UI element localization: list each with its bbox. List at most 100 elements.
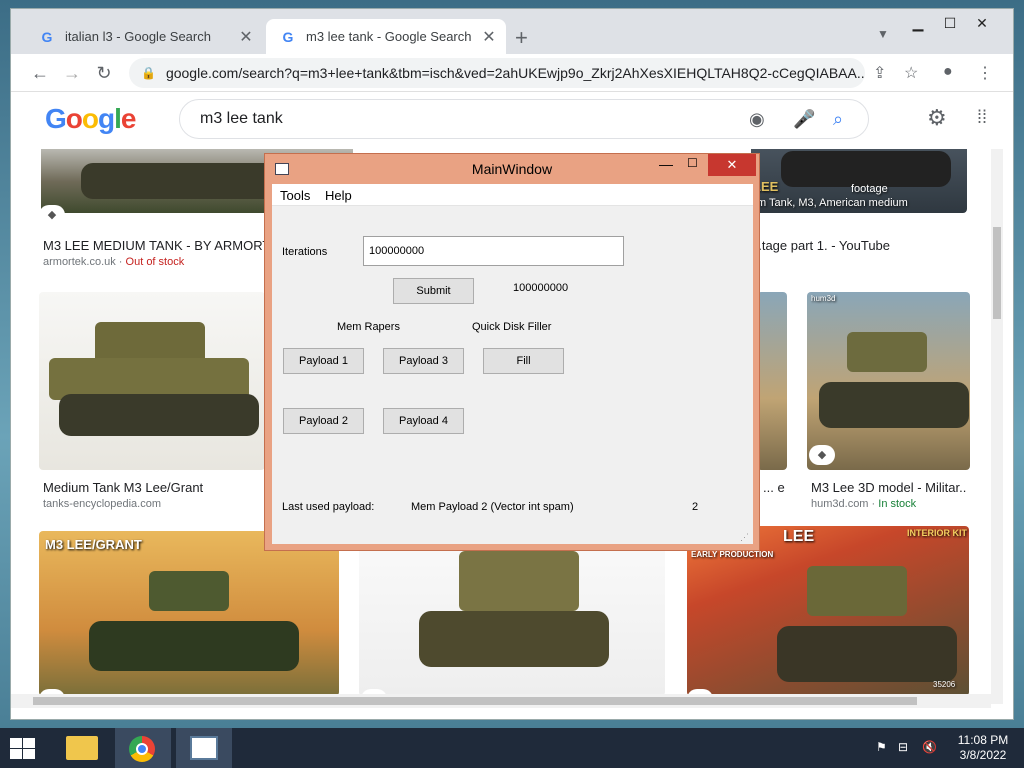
lock-icon: 🔒 [141,66,156,80]
google-favicon-icon: G [282,28,294,45]
result-thumbnail[interactable]: hum3d [807,292,970,470]
mem-rapers-label: Mem Rapers [337,321,400,333]
source-domain: armortek.co.uk [43,256,116,268]
close-tab-icon[interactable]: ✕ [235,27,257,47]
thumb-overlay-text: EARLY PRODUCTION [691,550,774,559]
result-source: hum3d.com · In stock [811,498,917,510]
iterations-label: Iterations [282,246,328,258]
start-button[interactable] [8,736,36,760]
action-center-flag-icon[interactable]: ⚑ [876,740,887,754]
stock-status: Out of stock [125,256,185,268]
result-thumbnail[interactable]: M3 LEE/GRANT [39,531,339,694]
resize-grip-icon[interactable]: ⋰ [740,532,749,543]
clock-date: 3/8/2022 [959,748,1007,762]
source-domain: hum3d.com [811,498,869,510]
product-tag-icon: ◆ [809,445,835,465]
volume-muted-icon[interactable]: 🔇 [922,740,937,754]
chrome-menu-icon[interactable]: ⋮ [977,63,993,83]
main-window-body: Tools Help Iterations Submit 100000000 M… [272,184,753,544]
share-icon[interactable]: ⇪ [873,63,886,83]
chrome-taskbar-icon[interactable] [115,728,171,768]
search-icon[interactable]: ⌕ [833,109,843,130]
google-logo[interactable]: Google [45,103,136,135]
close-button[interactable]: ✕ [708,154,756,176]
result-thumbnail[interactable] [39,292,265,470]
menu-bar: Tools Help [272,184,753,206]
url-text: google.com/search?q=m3+lee+tank&tbm=isch… [165,65,865,81]
browser-toolbar: ← → ↻ 🔒 google.com/search?q=m3+lee+tank&… [11,54,1013,92]
vertical-scrollbar[interactable] [991,149,1003,704]
mainwindow-taskbar-icon[interactable] [176,728,232,768]
last-used-payload-label: Last used payload: [282,501,375,513]
stock-status: In stock [878,498,917,510]
thumb-overlay-text: LEE [783,528,815,545]
submit-button[interactable]: Submit [393,278,474,304]
address-bar[interactable]: 🔒 google.com/search?q=m3+lee+tank&tbm=is… [129,58,865,88]
result-title[interactable]: ...tage part 1. - YouTube [751,238,981,253]
submitted-value: 100000000 [513,282,569,294]
maximize-button[interactable]: ☐ [933,11,967,35]
thumb-overlay-text: M3 LEE/GRANT [45,537,142,552]
minimize-button[interactable]: ▁ [901,11,935,35]
tab-title: m3 lee tank - Google Search [306,29,472,44]
menu-help[interactable]: Help [325,188,352,203]
payload-4-button[interactable]: Payload 4 [383,408,464,434]
result-title[interactable]: Medium Tank M3 Lee/Grant [43,480,263,495]
close-tab-icon[interactable]: ✕ [478,27,500,47]
close-button[interactable]: ✕ [965,11,999,35]
menu-tools[interactable]: Tools [280,188,310,203]
product-tag-icon: ◆ [39,205,65,225]
fill-button[interactable]: Fill [483,348,564,374]
payload-3-button[interactable]: Payload 3 [383,348,464,374]
payload-2-button[interactable]: Payload 2 [283,408,364,434]
payload-1-button[interactable]: Payload 1 [283,348,364,374]
system-clock[interactable]: 11:08 PM 3/8/2022 [948,733,1018,763]
settings-gear-icon[interactable]: ⚙ [927,105,947,131]
horizontal-scrollbar[interactable] [11,694,991,708]
thumb-overlay-text: INTERIOR KIT [907,528,967,538]
tab-title: italian l3 - Google Search [65,29,211,44]
main-window-titlebar[interactable]: MainWindow — ☐ ✕ [265,154,759,184]
tab-strip: G italian l3 - Google Search ✕ G m3 lee … [11,9,1013,54]
result-thumbnail[interactable] [757,292,787,470]
profile-avatar-icon[interactable]: ● [943,63,953,81]
tab-m3-lee-tank[interactable]: G m3 lee tank - Google Search ✕ [266,19,506,54]
quick-disk-filler-label: Quick Disk Filler [472,321,552,333]
result-thumbnail[interactable]: LEE EARLY PRODUCTION INTERIOR KIT 35206 [687,526,969,694]
tab-search-chevron-icon[interactable]: ▼ [877,27,889,41]
main-window-title: MainWindow [471,161,553,177]
result-title[interactable]: M3 LEE MEDIUM TANK - BY ARMORTEK [43,238,273,253]
thumb-overlay-text: m Tank, M3, American medium [757,197,908,209]
thumb-overlay-text: 35206 [933,680,956,689]
file-explorer-taskbar-icon[interactable] [54,728,110,768]
back-arrow-icon[interactable]: ← [27,60,53,86]
google-favicon-icon: G [41,28,53,45]
iterations-input[interactable] [363,236,624,266]
new-tab-button[interactable]: + [515,25,528,51]
result-title[interactable]: ... e a... [763,480,787,495]
camera-search-icon[interactable]: ◉ [749,109,765,130]
result-source: armortek.co.uk · Out of stock [43,256,185,268]
tab-italian-l3[interactable]: G italian l3 - Google Search ✕ [25,19,263,54]
google-header: Google m3 lee tank ◉ 🎤 ⌕ ⚙ ⁞⁞ [11,93,1003,149]
last-used-payload-count: 2 [692,501,699,513]
google-search-box[interactable]: m3 lee tank [179,99,869,139]
maximize-button[interactable]: ☐ [687,156,698,170]
forward-arrow-icon[interactable]: → [59,60,85,86]
result-thumbnail[interactable]: LEE footage m Tank, M3, American medium [751,149,967,213]
reload-icon[interactable]: ↻ [91,60,117,86]
taskbar: ⚑ ⊟ 🔇 11:08 PM 3/8/2022 [0,728,1024,768]
search-query: m3 lee tank [200,110,283,127]
network-icon[interactable]: ⊟ [898,740,908,754]
apps-grid-icon[interactable]: ⁞⁞ [977,107,987,128]
bookmark-star-icon[interactable]: ☆ [904,63,918,83]
thumb-overlay-text: hum3d [811,294,836,303]
result-thumbnail[interactable] [359,531,665,694]
main-window-dialog: MainWindow — ☐ ✕ Tools Help Iterations S… [264,153,760,551]
microphone-icon[interactable]: 🎤 [793,109,815,130]
result-source: tanks-encyclopedia.com [43,498,162,510]
last-used-payload-value: Mem Payload 2 (Vector int spam) [411,501,574,513]
result-title[interactable]: M3 Lee 3D model - Militar... [811,480,967,495]
clock-time: 11:08 PM [957,733,1009,747]
minimize-button[interactable]: — [659,156,673,172]
